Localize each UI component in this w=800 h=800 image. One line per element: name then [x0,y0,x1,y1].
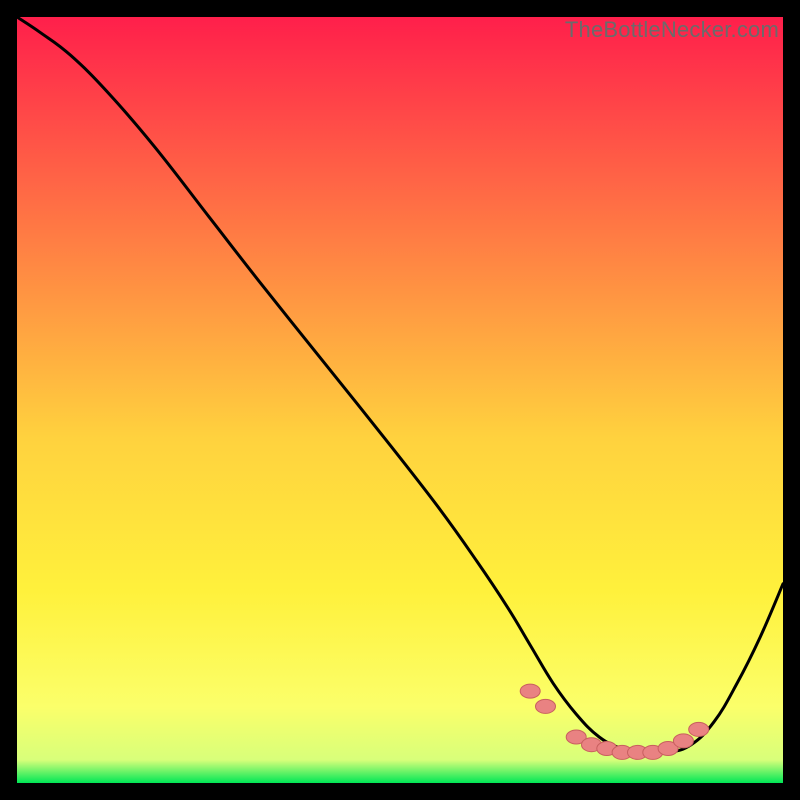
gradient-background [17,17,783,783]
watermark-text: TheBottleNecker.com [565,17,779,43]
data-dot [689,722,709,736]
chart-frame: TheBottleNecker.com [17,17,783,783]
data-dot [520,684,540,698]
data-dot [536,699,556,713]
bottleneck-chart [17,17,783,783]
data-dot [673,734,693,748]
